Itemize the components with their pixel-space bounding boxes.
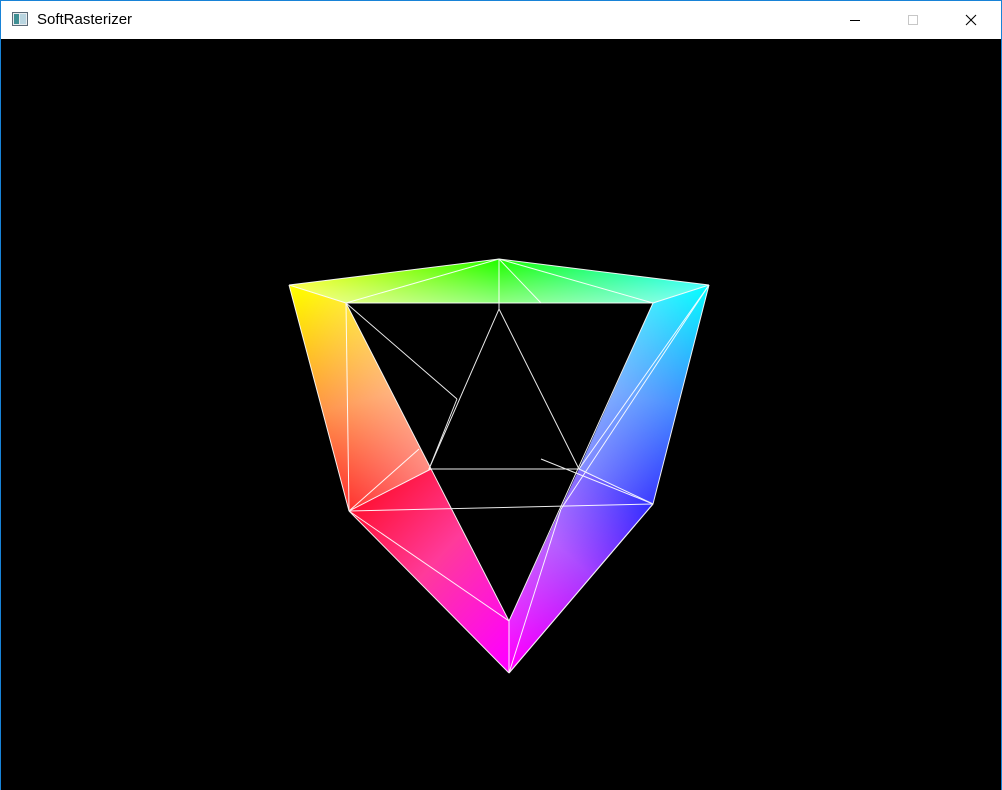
face-left-shade	[289, 285, 431, 511]
face-right-shade	[579, 285, 709, 504]
minimize-icon	[850, 20, 860, 21]
window-title: SoftRasterizer	[37, 11, 133, 28]
app-window: SoftRasterizer	[0, 0, 1002, 790]
app-window-icon[interactable]	[12, 12, 28, 26]
close-icon	[965, 14, 977, 26]
rasterized-mesh	[288, 258, 710, 674]
maximize-icon	[908, 15, 918, 25]
face-bottom-left	[349, 469, 509, 673]
minimize-button[interactable]	[826, 1, 884, 39]
title-bar[interactable]: SoftRasterizer	[1, 1, 1001, 39]
close-button[interactable]	[942, 1, 1000, 39]
face-bottom-right-shade	[509, 469, 653, 673]
render-viewport[interactable]	[1, 39, 1001, 790]
maximize-button[interactable]	[884, 1, 942, 39]
